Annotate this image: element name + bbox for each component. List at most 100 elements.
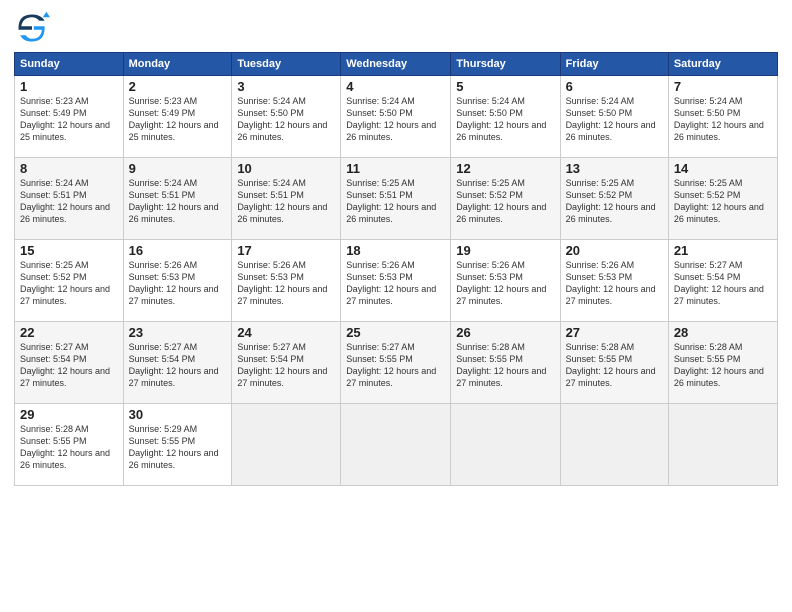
day-number: 3 <box>237 79 335 94</box>
sunrise-text: Sunrise: 5:24 AM <box>674 96 743 106</box>
sunrise-text: Sunrise: 5:26 AM <box>346 260 415 270</box>
sunrise-text: Sunrise: 5:27 AM <box>674 260 743 270</box>
day-info: Sunrise: 5:28 AM Sunset: 5:55 PM Dayligh… <box>674 341 772 390</box>
day-number: 8 <box>20 161 118 176</box>
day-cell <box>560 404 668 486</box>
daylight-text: Daylight: 12 hours and 26 minutes. <box>674 120 764 142</box>
day-number: 5 <box>456 79 554 94</box>
day-cell: 12 Sunrise: 5:25 AM Sunset: 5:52 PM Dayl… <box>451 158 560 240</box>
day-cell: 23 Sunrise: 5:27 AM Sunset: 5:54 PM Dayl… <box>123 322 232 404</box>
day-cell: 19 Sunrise: 5:26 AM Sunset: 5:53 PM Dayl… <box>451 240 560 322</box>
daylight-text: Daylight: 12 hours and 27 minutes. <box>346 284 436 306</box>
header <box>14 10 778 46</box>
calendar-table: Sunday Monday Tuesday Wednesday Thursday… <box>14 52 778 486</box>
daylight-text: Daylight: 12 hours and 27 minutes. <box>566 366 656 388</box>
sunrise-text: Sunrise: 5:25 AM <box>346 178 415 188</box>
logo <box>14 10 54 46</box>
day-cell: 25 Sunrise: 5:27 AM Sunset: 5:55 PM Dayl… <box>341 322 451 404</box>
sunrise-text: Sunrise: 5:24 AM <box>129 178 198 188</box>
day-cell: 3 Sunrise: 5:24 AM Sunset: 5:50 PM Dayli… <box>232 76 341 158</box>
daylight-text: Daylight: 12 hours and 26 minutes. <box>20 202 110 224</box>
day-cell: 6 Sunrise: 5:24 AM Sunset: 5:50 PM Dayli… <box>560 76 668 158</box>
sunrise-text: Sunrise: 5:28 AM <box>674 342 743 352</box>
sunset-text: Sunset: 5:51 PM <box>346 190 413 200</box>
day-number: 30 <box>129 407 227 422</box>
day-number: 15 <box>20 243 118 258</box>
day-number: 20 <box>566 243 663 258</box>
header-thursday: Thursday <box>451 53 560 76</box>
day-cell: 14 Sunrise: 5:25 AM Sunset: 5:52 PM Dayl… <box>668 158 777 240</box>
day-info: Sunrise: 5:25 AM Sunset: 5:51 PM Dayligh… <box>346 177 445 226</box>
sunset-text: Sunset: 5:53 PM <box>129 272 196 282</box>
sunrise-text: Sunrise: 5:25 AM <box>20 260 89 270</box>
week-row-3: 15 Sunrise: 5:25 AM Sunset: 5:52 PM Dayl… <box>15 240 778 322</box>
sunset-text: Sunset: 5:55 PM <box>456 354 523 364</box>
day-info: Sunrise: 5:23 AM Sunset: 5:49 PM Dayligh… <box>129 95 227 144</box>
day-info: Sunrise: 5:26 AM Sunset: 5:53 PM Dayligh… <box>456 259 554 308</box>
sunrise-text: Sunrise: 5:25 AM <box>674 178 743 188</box>
daylight-text: Daylight: 12 hours and 26 minutes. <box>456 120 546 142</box>
day-info: Sunrise: 5:25 AM Sunset: 5:52 PM Dayligh… <box>20 259 118 308</box>
day-number: 21 <box>674 243 772 258</box>
day-number: 4 <box>346 79 445 94</box>
sunset-text: Sunset: 5:51 PM <box>237 190 304 200</box>
day-number: 25 <box>346 325 445 340</box>
sunrise-text: Sunrise: 5:26 AM <box>456 260 525 270</box>
day-number: 22 <box>20 325 118 340</box>
daylight-text: Daylight: 12 hours and 25 minutes. <box>20 120 110 142</box>
week-row-5: 29 Sunrise: 5:28 AM Sunset: 5:55 PM Dayl… <box>15 404 778 486</box>
day-number: 7 <box>674 79 772 94</box>
day-info: Sunrise: 5:25 AM Sunset: 5:52 PM Dayligh… <box>566 177 663 226</box>
day-number: 6 <box>566 79 663 94</box>
header-friday: Friday <box>560 53 668 76</box>
sunset-text: Sunset: 5:51 PM <box>20 190 87 200</box>
general-blue-icon <box>14 10 50 46</box>
sunrise-text: Sunrise: 5:27 AM <box>129 342 198 352</box>
day-number: 13 <box>566 161 663 176</box>
day-number: 12 <box>456 161 554 176</box>
day-cell <box>232 404 341 486</box>
day-cell: 9 Sunrise: 5:24 AM Sunset: 5:51 PM Dayli… <box>123 158 232 240</box>
sunset-text: Sunset: 5:55 PM <box>346 354 413 364</box>
day-info: Sunrise: 5:27 AM Sunset: 5:54 PM Dayligh… <box>237 341 335 390</box>
daylight-text: Daylight: 12 hours and 26 minutes. <box>674 366 764 388</box>
sunset-text: Sunset: 5:50 PM <box>674 108 741 118</box>
day-number: 24 <box>237 325 335 340</box>
daylight-text: Daylight: 12 hours and 27 minutes. <box>237 284 327 306</box>
day-info: Sunrise: 5:29 AM Sunset: 5:55 PM Dayligh… <box>129 423 227 472</box>
daylight-text: Daylight: 12 hours and 26 minutes. <box>20 448 110 470</box>
daylight-text: Daylight: 12 hours and 27 minutes. <box>237 366 327 388</box>
sunrise-text: Sunrise: 5:27 AM <box>20 342 89 352</box>
day-number: 19 <box>456 243 554 258</box>
sunrise-text: Sunrise: 5:24 AM <box>346 96 415 106</box>
sunset-text: Sunset: 5:54 PM <box>237 354 304 364</box>
day-info: Sunrise: 5:28 AM Sunset: 5:55 PM Dayligh… <box>20 423 118 472</box>
sunrise-text: Sunrise: 5:24 AM <box>237 96 306 106</box>
week-row-4: 22 Sunrise: 5:27 AM Sunset: 5:54 PM Dayl… <box>15 322 778 404</box>
day-cell: 10 Sunrise: 5:24 AM Sunset: 5:51 PM Dayl… <box>232 158 341 240</box>
daylight-text: Daylight: 12 hours and 26 minutes. <box>566 202 656 224</box>
sunset-text: Sunset: 5:53 PM <box>346 272 413 282</box>
day-cell: 18 Sunrise: 5:26 AM Sunset: 5:53 PM Dayl… <box>341 240 451 322</box>
day-info: Sunrise: 5:24 AM Sunset: 5:50 PM Dayligh… <box>674 95 772 144</box>
day-number: 26 <box>456 325 554 340</box>
sunset-text: Sunset: 5:52 PM <box>566 190 633 200</box>
day-number: 28 <box>674 325 772 340</box>
day-cell <box>668 404 777 486</box>
day-number: 23 <box>129 325 227 340</box>
weekday-header-row: Sunday Monday Tuesday Wednesday Thursday… <box>15 53 778 76</box>
day-number: 1 <box>20 79 118 94</box>
sunset-text: Sunset: 5:55 PM <box>566 354 633 364</box>
daylight-text: Daylight: 12 hours and 26 minutes. <box>129 448 219 470</box>
daylight-text: Daylight: 12 hours and 26 minutes. <box>346 202 436 224</box>
day-info: Sunrise: 5:24 AM Sunset: 5:51 PM Dayligh… <box>20 177 118 226</box>
sunrise-text: Sunrise: 5:25 AM <box>566 178 635 188</box>
sunset-text: Sunset: 5:49 PM <box>20 108 87 118</box>
daylight-text: Daylight: 12 hours and 25 minutes. <box>129 120 219 142</box>
day-info: Sunrise: 5:23 AM Sunset: 5:49 PM Dayligh… <box>20 95 118 144</box>
day-info: Sunrise: 5:26 AM Sunset: 5:53 PM Dayligh… <box>566 259 663 308</box>
sunset-text: Sunset: 5:52 PM <box>456 190 523 200</box>
day-info: Sunrise: 5:24 AM Sunset: 5:50 PM Dayligh… <box>566 95 663 144</box>
sunset-text: Sunset: 5:54 PM <box>674 272 741 282</box>
day-info: Sunrise: 5:26 AM Sunset: 5:53 PM Dayligh… <box>237 259 335 308</box>
